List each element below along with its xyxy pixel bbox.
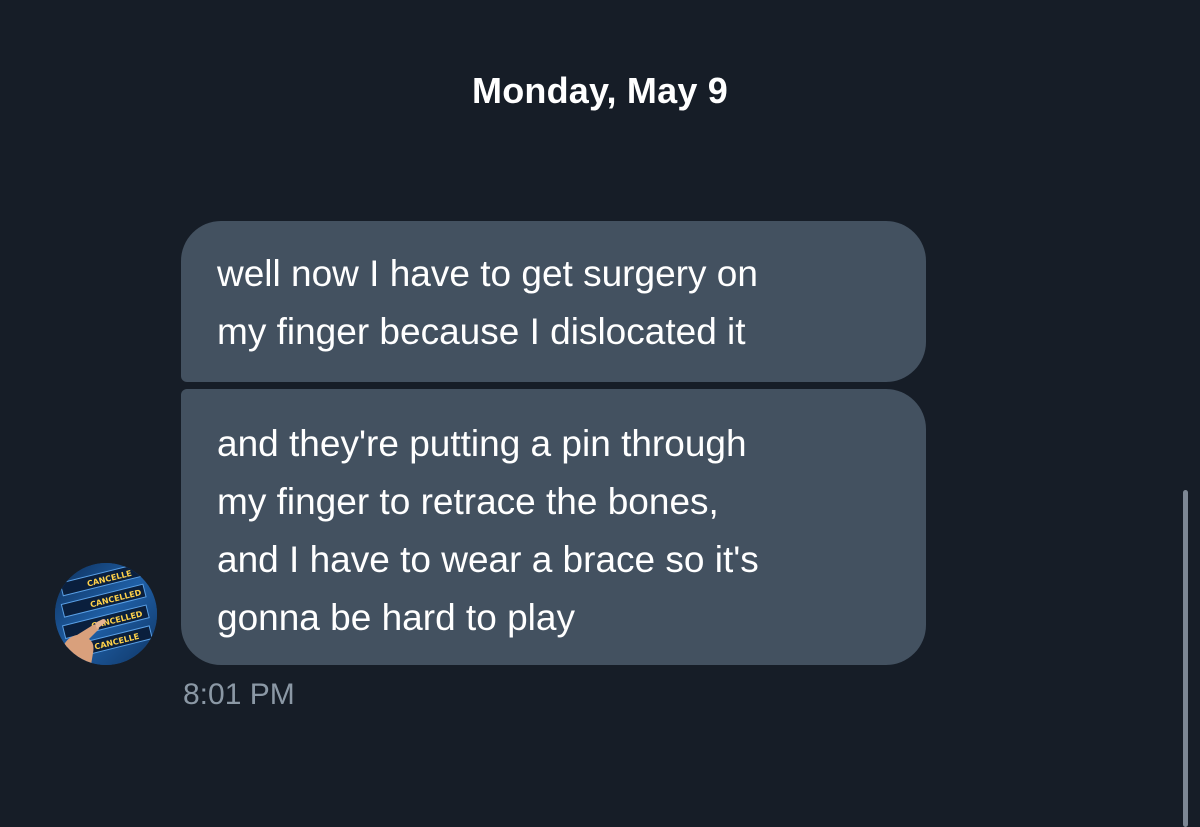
scrollbar[interactable] <box>1183 490 1188 827</box>
message-bubble[interactable]: well now I have to get surgery on my fin… <box>181 221 926 382</box>
message-text-line: well now I have to get surgery on <box>217 253 758 294</box>
message-bubble[interactable]: and they're putting a pin through my fin… <box>181 389 926 665</box>
message-text-line: and I have to wear a brace so it's <box>217 539 759 580</box>
message-text-line: gonna be hard to play <box>217 597 575 638</box>
message-text-line: my finger to retrace the bones, <box>217 481 719 522</box>
departure-board-icon: CANCELLE CANCELLED CANCELLED CANCELLE <box>55 563 157 665</box>
message-timestamp: 8:01 PM <box>183 678 295 711</box>
sender-avatar[interactable]: CANCELLE CANCELLED CANCELLED CANCELLE <box>55 563 157 665</box>
message-text-line: and they're putting a pin through <box>217 423 747 464</box>
message-text-line: my finger because I dislocated it <box>217 311 746 352</box>
date-header: Monday, May 9 <box>472 70 728 111</box>
